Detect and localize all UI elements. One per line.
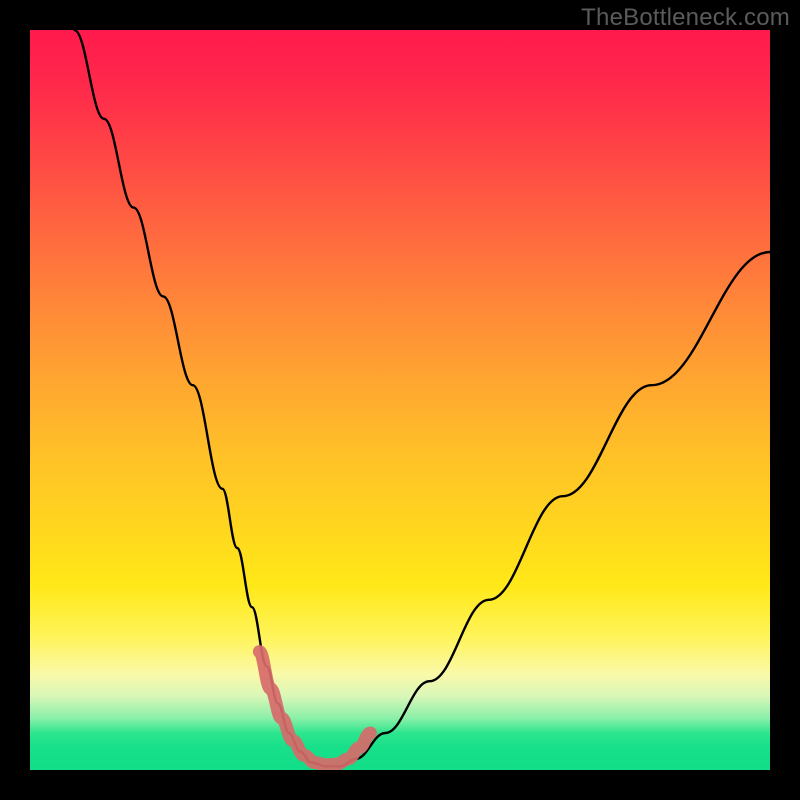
highlight-segment (259, 652, 370, 765)
chart-frame: TheBottleneck.com (0, 0, 800, 800)
watermark-text: TheBottleneck.com (581, 4, 790, 32)
bottleneck-curve (74, 30, 770, 766)
curve-layer (30, 30, 770, 770)
plot-area (30, 30, 770, 770)
